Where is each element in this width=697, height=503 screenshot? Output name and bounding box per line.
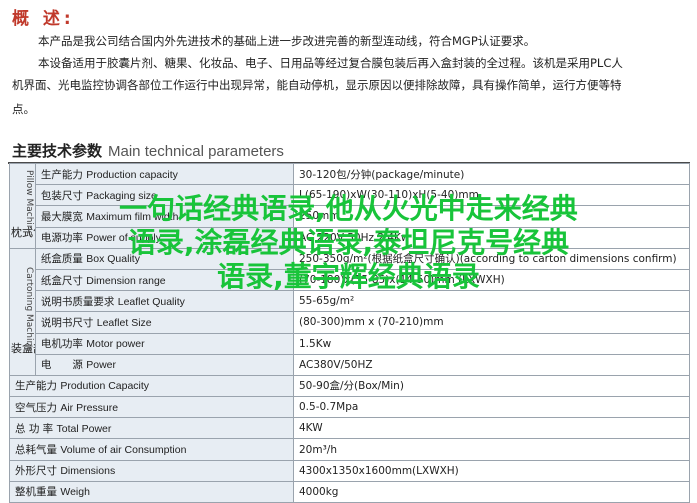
table-row: 枕式包装部分Pillow Machine 生产能力 Production cap… — [9, 162, 690, 249]
group-label-en: Cartoning Machine — [23, 266, 34, 352]
table-row: 生产能力 Prodution Capacity 50-90盒/分(Box/Min… — [9, 374, 690, 398]
table-row: 最大膜宽 Maximum film width 250mm — [10, 205, 690, 228]
param-value: 0.5-0.7Mpa — [293, 396, 690, 419]
table-row: 纸盒尺寸 Dimension range (70-180)x(35-85)x(1… — [10, 268, 690, 292]
table-row: 电机功率 Motor power 1.5Kw — [10, 332, 690, 355]
overview-paragraph-2-line-3: 点。 — [12, 102, 35, 116]
param-label: 包装尺寸 Packaging size — [34, 184, 295, 207]
param-label: 空气压力 Air Pressure — [9, 396, 294, 419]
param-value: AC 220V 50Hz 2.4Kw — [293, 226, 690, 249]
param-label: 生产能力 Prodution Capacity — [9, 374, 294, 398]
param-value: 20m³/h — [293, 438, 690, 461]
group-label-zh: 枕式包装部分 — [10, 226, 34, 240]
param-value: 1.5Kw — [293, 332, 690, 355]
param-label: 总 功 率 Total Power — [9, 417, 294, 440]
param-value: (70-180)x(35-85)x(14-50)mm (LXWXH) — [293, 268, 690, 292]
overview-title: 概 述: — [12, 9, 75, 29]
table-row: 总耗气量 Volume of air Consumption 20m³/h — [9, 438, 690, 461]
group-label-en: Pillow Machine — [23, 170, 34, 237]
table-row: 包装尺寸 Packaging size L(65-190)xW(30-110)x… — [10, 184, 690, 207]
section-title-zh: 主要技术参数 — [12, 142, 103, 160]
param-label: 说明书尺寸 Leaflet Size — [34, 311, 295, 334]
param-value: L(65-190)xW(30-110)xH(5-40)mm — [293, 184, 690, 207]
table-row: 说明书质量要求 Leaflet Quality 55-65g/m² — [10, 290, 690, 313]
group-cell-carton: 装盒部分Cartoning Machine — [9, 247, 36, 376]
param-value: 55-65g/m² — [293, 290, 690, 313]
group-label-zh: 装盒部分 — [10, 341, 34, 355]
parameters-table: 枕式包装部分Pillow Machine 生产能力 Production cap… — [9, 162, 690, 503]
section-title-en: Main technical parameters — [108, 143, 284, 160]
param-label: 最大膜宽 Maximum film width — [34, 205, 295, 228]
param-label: 纸盒质量 Box Quality — [34, 247, 295, 270]
table-row: 电 源 Power AC380V/50HZ — [10, 353, 690, 376]
param-value: AC380V/50HZ — [293, 353, 690, 376]
overview-paragraph-2-line-1: 本设备适用于胶囊片剂、糖果、化妆品、电子、日用品等经过复合膜包装后再入盒封装的全… — [38, 56, 623, 70]
table-row: 总 功 率 Total Power 4KW — [9, 417, 690, 440]
param-value: 4300x1350x1600mm(LXWXH) — [293, 459, 690, 482]
overview-paragraph-1: 本产品是我公司结合国内外先进技术的基础上进一步改进完善的新型连动线，符合MGP认… — [38, 34, 536, 48]
param-label: 电源功率 Power of supply — [34, 226, 295, 249]
section-heading: 主要技术参数 Main technical parameters — [12, 140, 284, 161]
param-value: 30-120包/分钟(package/minute) — [293, 162, 690, 186]
param-label: 电机功率 Motor power — [34, 332, 295, 355]
group-cell-pillow: 枕式包装部分Pillow Machine — [9, 163, 36, 249]
param-value: 50-90盒/分(Box/Min) — [293, 374, 690, 398]
param-label: 电 源 Power — [34, 353, 295, 376]
param-label: 外形尺寸 Dimensions — [9, 459, 294, 482]
param-value: 4KW — [293, 417, 690, 440]
param-label: 总耗气量 Volume of air Consumption — [9, 438, 294, 461]
overview-paragraph-2-line-2: 机界面、光电监控协调各部位工作运行中出现异常，能自动停机，显示原因以便排除故障，… — [12, 78, 622, 92]
table-row: 装盒部分Cartoning Machine 纸盒质量 Box Quality 2… — [9, 247, 690, 376]
param-label: 生产能力 Production capacity — [34, 162, 295, 186]
table-row: 外形尺寸 Dimensions 4300x1350x1600mm(LXWXH) — [9, 459, 690, 482]
param-value: (80-300)mm x (70-210)mm — [293, 311, 690, 334]
param-label: 纸盒尺寸 Dimension range — [34, 268, 295, 292]
param-value: 250mm — [293, 205, 690, 228]
param-value: 250-350g/m²(根据纸盒尺寸确认)(according to carto… — [293, 247, 690, 270]
table-row: 说明书尺寸 Leaflet Size (80-300)mm x (70-210)… — [10, 311, 690, 334]
table-row: 空气压力 Air Pressure 0.5-0.7Mpa — [9, 396, 690, 419]
table-row: 电源功率 Power of supply AC 220V 50Hz 2.4Kw — [10, 226, 690, 249]
param-label: 说明书质量要求 Leaflet Quality — [34, 290, 295, 313]
